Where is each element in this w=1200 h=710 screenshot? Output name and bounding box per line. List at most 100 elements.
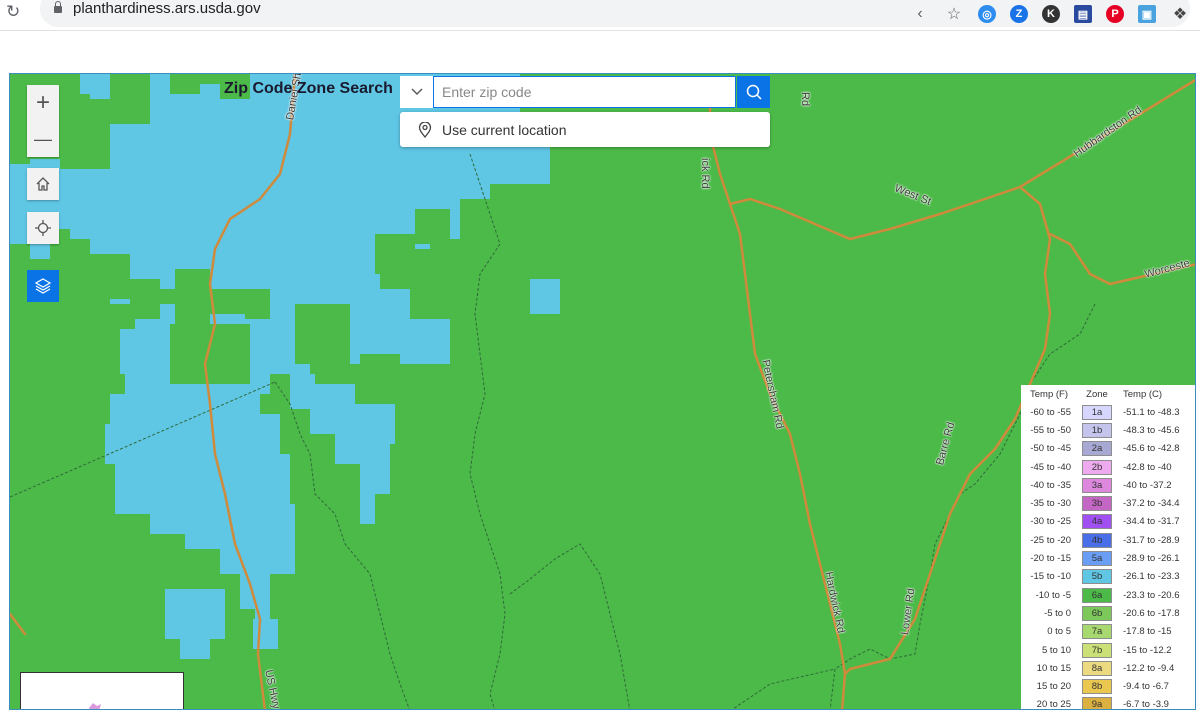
road-label-rd-top: Rd xyxy=(799,92,811,107)
legend-row-6b: -5 to 0 6b -20.6 to -17.8 xyxy=(1021,604,1195,622)
legend-temp-c: -15 to -12.2 xyxy=(1123,644,1172,656)
zone-swatch: 4a xyxy=(1082,514,1112,530)
home-icon xyxy=(36,177,50,191)
zoom-in-button[interactable]: + xyxy=(27,85,59,121)
share-icon[interactable]: ‹ xyxy=(910,5,930,23)
legend-row-1b: -55 to -50 1b -48.3 to -45.6 xyxy=(1021,421,1195,439)
zone-swatch: 5a xyxy=(1082,551,1112,567)
legend-temp-f: -45 to -40 xyxy=(1030,461,1071,473)
zoom-out-button[interactable]: — xyxy=(27,121,59,157)
legend-temp-f: 10 to 15 xyxy=(1036,662,1071,674)
legend-row-3b: -35 to -30 3b -37.2 to -34.4 xyxy=(1021,494,1195,512)
legend-temp-c: -34.4 to -31.7 xyxy=(1123,516,1180,528)
zip-search-title: Zip Code Zone Search xyxy=(224,80,393,97)
legend-row-5b: -15 to -10 5b -26.1 to -23.3 xyxy=(1021,568,1195,586)
legend-row-8a: 10 to 15 8a -12.2 to -9.4 xyxy=(1021,659,1195,677)
zone-swatch: 8a xyxy=(1082,660,1112,676)
layers-icon xyxy=(34,278,52,294)
legend-temp-c: -51.1 to -48.3 xyxy=(1123,406,1180,418)
legend-temp-f: -40 to -35 xyxy=(1030,479,1071,491)
crosshair-icon xyxy=(35,220,51,236)
legend-temp-c: -26.1 to -23.3 xyxy=(1123,571,1180,583)
search-icon xyxy=(746,84,762,100)
legend-temp-f: 15 to 20 xyxy=(1036,681,1071,693)
reader-extension-icon[interactable]: ▤ xyxy=(1074,5,1092,23)
road-worcester xyxy=(1048,232,1195,286)
legend-header-temp-f: Temp (F) xyxy=(1030,388,1068,400)
screenshot-extension-icon[interactable]: ▣ xyxy=(1138,5,1156,23)
k-extension-icon[interactable]: K xyxy=(1042,5,1060,23)
bookmark-star-icon[interactable]: ☆ xyxy=(944,4,964,24)
legend-temp-c: -17.8 to -15 xyxy=(1123,626,1172,638)
use-current-location-option[interactable]: Use current location xyxy=(400,112,770,147)
zone-6a-patch xyxy=(375,234,415,274)
map-zone-layer xyxy=(10,74,1195,709)
zone-5b-patch-e xyxy=(520,154,550,184)
road-label-hardwick-top: ick Rd xyxy=(699,158,711,189)
legend-temp-f: -30 to -25 xyxy=(1030,516,1071,528)
legend-zone-cell: 7b xyxy=(1077,642,1117,658)
reload-icon[interactable]: ↻ xyxy=(6,2,20,22)
legend-temp-c: -45.6 to -42.8 xyxy=(1123,443,1180,455)
legend-temp-c: -28.9 to -26.1 xyxy=(1123,553,1180,565)
legend-temp-c: -23.3 to -20.6 xyxy=(1123,589,1180,601)
legend-row-7b: 5 to 10 7b -15 to -12.2 xyxy=(1021,641,1195,659)
legend-row-3a: -40 to -35 3a -40 to -37.2 xyxy=(1021,476,1195,494)
legend-zone-cell: 8a xyxy=(1077,660,1117,676)
zone-swatch: 7a xyxy=(1082,624,1112,640)
legend-row-2a: -50 to -45 2a -45.6 to -42.8 xyxy=(1021,440,1195,458)
legend-row-4a: -30 to -25 4a -34.4 to -31.7 xyxy=(1021,513,1195,531)
legend-temp-c: -37.2 to -34.4 xyxy=(1123,498,1180,510)
road-sw-corner xyxy=(10,612,27,636)
legend-temp-f: -50 to -45 xyxy=(1030,443,1071,455)
zone-swatch: 5b xyxy=(1082,569,1112,585)
legend-rows: -60 to -55 1a -51.1 to -48.3 -55 to -50 1b -4… xyxy=(1021,403,1195,710)
zoom-extension-icon[interactable]: Z xyxy=(1010,5,1028,23)
zone-swatch: 7b xyxy=(1082,642,1112,658)
zone-5b-patch-a xyxy=(165,589,225,639)
locate-button[interactable] xyxy=(27,212,59,244)
legend-temp-c: -20.6 to -17.8 xyxy=(1123,607,1180,619)
legend-zone-cell: 2b xyxy=(1077,459,1117,475)
legend-row-5a: -20 to -15 5a -28.9 to -26.1 xyxy=(1021,549,1195,567)
url-text[interactable]: planthardiness.ars.usda.gov xyxy=(73,0,261,17)
pinterest-extension-icon[interactable]: P xyxy=(1106,5,1124,23)
home-button[interactable] xyxy=(27,168,59,200)
legend-zone-cell: 5b xyxy=(1077,569,1117,585)
zone-6a-patch xyxy=(460,199,500,239)
extensions-puzzle-icon[interactable]: ❖ xyxy=(1170,4,1190,24)
compass-extension-icon[interactable]: ◎ xyxy=(978,5,996,23)
boundary-line xyxy=(509,543,631,709)
legend-row-4b: -25 to -20 4b -31.7 to -28.9 xyxy=(1021,531,1195,549)
zip-code-input[interactable] xyxy=(433,76,736,108)
zone-5b-patch-c xyxy=(253,619,278,649)
zone-6a-patch xyxy=(170,74,200,94)
layers-button[interactable] xyxy=(27,270,59,302)
zone-5b-patch-d xyxy=(530,279,560,314)
zone-5b-patch-b xyxy=(180,634,210,659)
legend-temp-c: -48.3 to -45.6 xyxy=(1123,424,1180,436)
zone-swatch: 6a xyxy=(1082,587,1112,603)
hardiness-zone-map[interactable]: Daniel Shay Rd ick Rd Hubbardston Rd Wes… xyxy=(9,73,1196,710)
legend-zone-cell: 7a xyxy=(1077,624,1117,640)
legend-temp-c: -6.7 to -3.9 xyxy=(1123,699,1169,710)
legend-temp-c: -12.2 to -9.4 xyxy=(1123,662,1175,674)
overview-map-inset[interactable] xyxy=(20,672,184,709)
zone-legend: Temp (F) Zone Temp (C) -60 to -55 1a -51.1… xyxy=(1021,385,1195,710)
legend-header-zone: Zone xyxy=(1086,388,1108,400)
search-source-dropdown[interactable] xyxy=(400,76,434,108)
use-current-location-label: Use current location xyxy=(442,121,567,138)
zone-swatch: 9a xyxy=(1082,697,1112,709)
legend-temp-f: 5 to 10 xyxy=(1041,644,1071,656)
legend-zone-cell: 8b xyxy=(1077,679,1117,695)
legend-zone-cell: 3b xyxy=(1077,496,1117,512)
legend-row-6a: -10 to -5 6a -23.3 to -20.6 xyxy=(1021,586,1195,604)
search-button[interactable] xyxy=(737,76,770,108)
legend-row-9a: 20 to 25 9a -6.7 to -3.9 xyxy=(1021,696,1195,710)
legend-row-7a: 0 to 5 7a -17.8 to -15 xyxy=(1021,623,1195,641)
legend-row-8b: 15 to 20 8b -9.4 to -6.7 xyxy=(1021,677,1195,695)
legend-temp-f: -55 to -50 xyxy=(1030,424,1071,436)
legend-temp-f: -25 to -20 xyxy=(1030,534,1071,546)
zone-swatch: 3a xyxy=(1082,477,1112,493)
browser-toolbar: ↻ planthardiness.ars.usda.gov ‹ ☆ ◎ Z K … xyxy=(0,0,1200,31)
